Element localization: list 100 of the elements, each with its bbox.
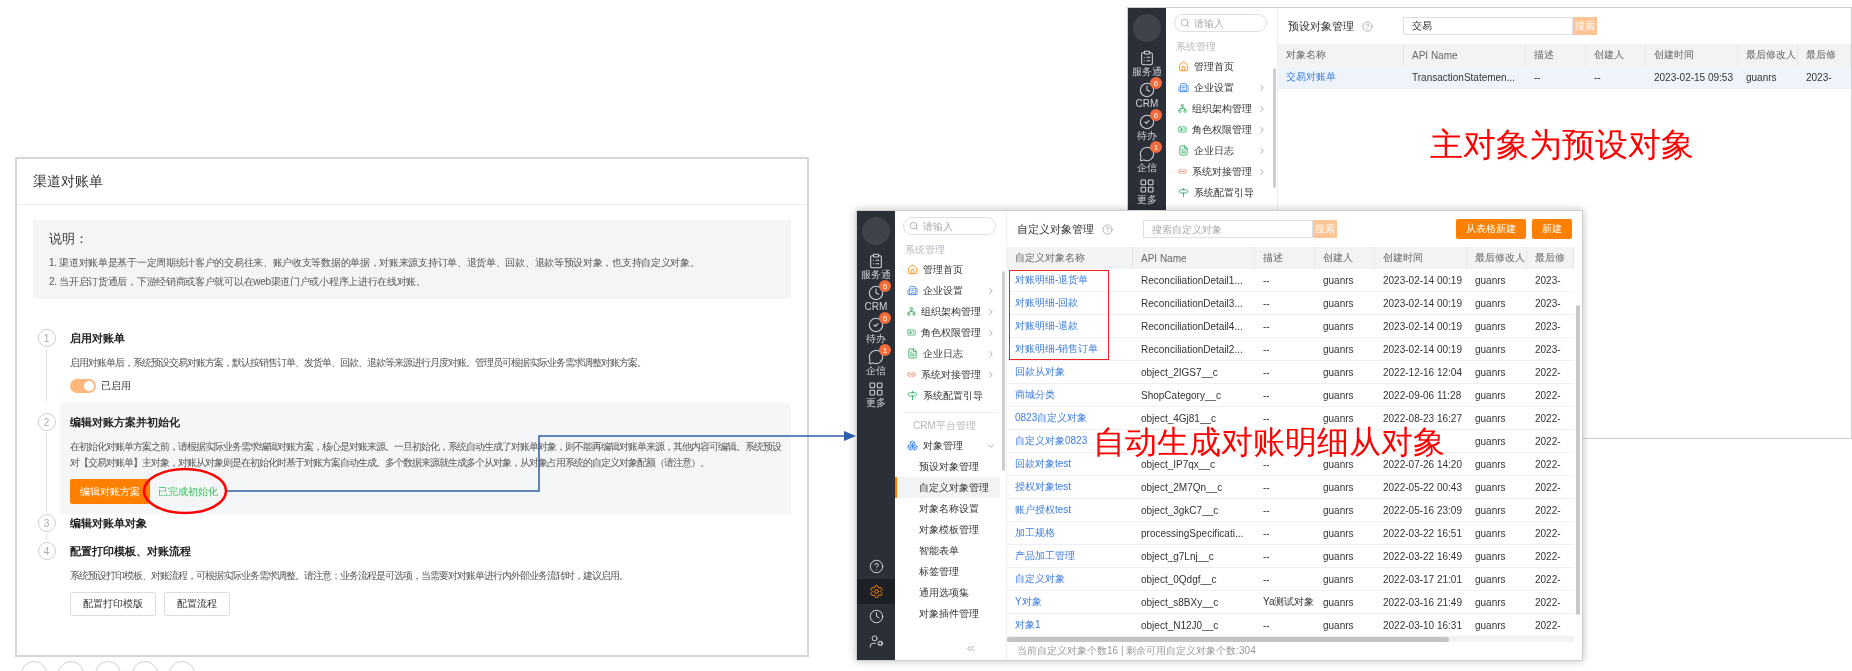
table-cell-text: -- xyxy=(1262,365,1271,380)
object-link[interactable]: 对象1 xyxy=(1007,614,1041,636)
object-link[interactable]: 账户授权test xyxy=(1007,499,1072,521)
table-cell-text: guanrs xyxy=(1474,595,1507,610)
nav-item[interactable]: 服务通 xyxy=(1128,48,1166,79)
table-cell-text: guanrs xyxy=(1322,480,1355,495)
table-cell-text: -- xyxy=(1262,388,1271,403)
scrollbar[interactable] xyxy=(1007,637,1450,642)
menu-item[interactable]: 角色权限管理 xyxy=(895,322,1000,343)
table-cell-text: -- xyxy=(1262,549,1271,564)
object-link[interactable]: 产品加工管理 xyxy=(1007,545,1075,567)
search-field[interactable]: 搜索自定义对象 xyxy=(1143,220,1313,238)
menu-item[interactable]: 企业日志 xyxy=(1166,140,1271,161)
menu-item[interactable]: 管理首页 xyxy=(1166,56,1271,77)
menu-item[interactable]: 自定义对象管理 xyxy=(895,477,1000,498)
table-cell-text: 2022- xyxy=(1534,411,1562,426)
toggle-switch[interactable] xyxy=(70,379,96,393)
object-link[interactable]: 授权对象test xyxy=(1007,476,1072,498)
nav-item[interactable]: 服务通 xyxy=(857,251,895,282)
chevron-right-icon xyxy=(986,369,996,380)
table-cell-text: -- xyxy=(1262,411,1271,426)
table-cell-text: guanrs xyxy=(1322,273,1355,288)
object-link[interactable]: 0823自定义对象 xyxy=(1007,407,1088,429)
table-cell-text: object_IP7qx__c xyxy=(1140,457,1216,472)
footer-text: 当前自定义对象个数16 | 剩余可用自定义对象个数:304 xyxy=(1016,644,1257,658)
menu-item[interactable]: 企业日志 xyxy=(895,343,1000,364)
menu-item[interactable]: 对象管理 xyxy=(895,435,1000,456)
menu-item[interactable]: 组织架构管理 xyxy=(895,301,1000,322)
table-cell-text: guanrs xyxy=(1322,388,1355,403)
building-icon xyxy=(1178,82,1189,93)
help-icon xyxy=(868,559,884,574)
menu-item[interactable]: 对象模板管理 xyxy=(895,519,1000,540)
notice-text: 2. 当开启订货通后，下游经销商或客户就可以在web渠道门户或小程序上进行在线对账。 xyxy=(49,275,427,289)
nav-item[interactable]: 企信 1 xyxy=(1128,144,1166,175)
table-cell-text: guanrs xyxy=(1474,572,1507,587)
check-circle-icon xyxy=(1139,114,1155,130)
object-link[interactable]: 对账明细-退款 xyxy=(1007,315,1079,337)
nav-item[interactable]: 更多 xyxy=(1128,176,1166,207)
config-button[interactable]: 配置流程 xyxy=(164,592,230,616)
object-link[interactable]: 对账明细-退货单 xyxy=(1007,269,1089,291)
menu-item[interactable]: 标签管理 xyxy=(895,561,1000,582)
nav-item[interactable]: 待办 6 xyxy=(857,315,895,346)
menu-item[interactable]: 系统对接管理 xyxy=(1166,161,1271,182)
object-link[interactable]: 交易对账单 xyxy=(1278,66,1336,88)
hierarchy-icon xyxy=(1178,103,1187,114)
menu-item[interactable]: 预设对象管理 xyxy=(895,456,1000,477)
table-cell-text: guanrs xyxy=(1474,319,1507,334)
menu-item[interactable]: 角色权限管理 xyxy=(1166,119,1271,140)
help-icon[interactable] xyxy=(1102,223,1113,235)
table-cell-text: -- xyxy=(1533,70,1542,85)
chevron-right-icon xyxy=(986,285,996,296)
grid-icon xyxy=(868,381,884,397)
menu-item[interactable]: 对象名称设置 xyxy=(895,498,1000,519)
object-link[interactable]: 加工规格 xyxy=(1007,522,1055,544)
chevron-right-icon xyxy=(1257,145,1267,156)
search-field[interactable]: 请输入 xyxy=(903,217,996,235)
nav-item[interactable]: CRM 6 xyxy=(857,283,895,314)
id-card-icon xyxy=(1178,124,1187,135)
menu-item[interactable]: 组织架构管理 xyxy=(1166,98,1271,119)
table-cell-text: ReconciliationDetail3... xyxy=(1140,296,1244,311)
notice-heading: 说明： xyxy=(49,230,89,248)
object-link[interactable]: Y对象 xyxy=(1007,591,1042,613)
menu-item[interactable]: 系统配置引导 xyxy=(895,385,1000,406)
object-link[interactable]: 对账明细-销售订单 xyxy=(1007,338,1099,360)
nav-button[interactable] xyxy=(857,579,895,604)
menu-item[interactable]: 系统配置引导 xyxy=(1166,182,1271,203)
table-cell-text: object_3gkC7__c xyxy=(1140,503,1220,518)
menu-item[interactable]: 智能表单 xyxy=(895,540,1000,561)
table-cell-text: 2023- xyxy=(1534,342,1562,357)
table-cell-text: guanrs xyxy=(1745,70,1778,85)
table-cell-text: 2022- xyxy=(1534,503,1562,518)
document-icon xyxy=(907,348,918,359)
collapse-icon[interactable] xyxy=(965,643,976,654)
nav-item[interactable]: 更多 xyxy=(857,379,895,410)
object-link[interactable]: 自定义对象0823 xyxy=(1007,430,1088,452)
menu-item[interactable]: 系统对接管理 xyxy=(895,364,1000,385)
object-link[interactable]: 自定义对象 xyxy=(1007,568,1065,590)
menu-item[interactable]: 对象插件管理 xyxy=(895,603,1000,624)
menu-item[interactable]: 管理首页 xyxy=(895,259,1000,280)
nav-item[interactable]: 待办 6 xyxy=(1128,112,1166,143)
status-text: 已完成初始化 xyxy=(158,484,218,499)
help-icon[interactable] xyxy=(1362,20,1373,32)
menu-item[interactable]: 企业设置 xyxy=(895,280,1000,301)
search-field[interactable]: 交易 xyxy=(1403,17,1573,35)
table-cell-text: guanrs xyxy=(1474,273,1507,288)
config-button[interactable]: 配置打印模版 xyxy=(70,592,156,616)
object-link[interactable]: 对账明细-回款 xyxy=(1007,292,1079,314)
table-cell-text: -- xyxy=(1262,480,1271,495)
menu-item[interactable]: 通用选项集 xyxy=(895,582,1000,603)
table-cell-text: guanrs xyxy=(1322,503,1355,518)
menu-item[interactable]: 企业设置 xyxy=(1166,77,1271,98)
object-link[interactable]: 回款对象test xyxy=(1007,453,1072,475)
nav-item[interactable]: CRM 6 xyxy=(1128,80,1166,111)
scrollbar[interactable] xyxy=(1576,305,1580,615)
search-field[interactable]: 请输入 xyxy=(1174,14,1267,32)
table-cell-text: guanrs xyxy=(1322,618,1355,633)
object-link[interactable]: 回款从对象 xyxy=(1007,361,1065,383)
nav-item[interactable]: 企信 1 xyxy=(857,347,895,378)
table-cell-text: 2022- xyxy=(1534,388,1562,403)
object-link[interactable]: 商城分类 xyxy=(1007,384,1055,406)
